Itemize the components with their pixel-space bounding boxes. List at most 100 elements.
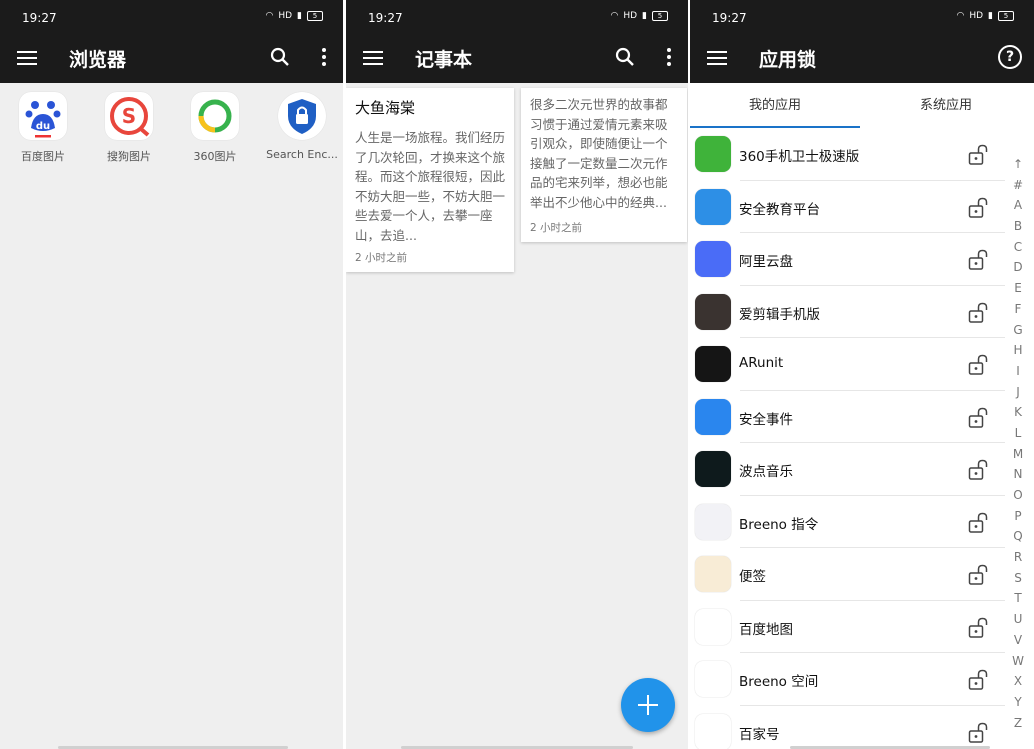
note-date: 2 小时之前 bbox=[530, 222, 583, 234]
list-item[interactable]: 360手机卫士极速版 bbox=[690, 128, 1010, 181]
unlocked-icon[interactable] bbox=[968, 669, 990, 691]
app-name: 便签 bbox=[739, 569, 766, 585]
app-name: 安全事件 bbox=[739, 411, 793, 428]
unlocked-icon[interactable] bbox=[968, 354, 990, 376]
more-options-icon[interactable] bbox=[322, 48, 326, 66]
unlocked-icon[interactable] bbox=[968, 512, 990, 534]
index-letter[interactable]: E bbox=[1008, 278, 1028, 299]
help-icon[interactable]: ? bbox=[998, 45, 1022, 69]
index-letter[interactable]: Y bbox=[1008, 692, 1028, 713]
app-icon bbox=[695, 293, 731, 330]
index-letter[interactable]: T bbox=[1008, 588, 1028, 609]
svg-text:S: S bbox=[122, 104, 136, 128]
index-letter[interactable]: W bbox=[1008, 651, 1028, 672]
alphabet-index[interactable]: ↑ # A B C D E F G H I J K L M N O P Q R S T U V W X Y Z bbox=[1008, 154, 1028, 733]
hd-label: HD bbox=[623, 11, 638, 21]
menu-icon[interactable] bbox=[707, 51, 727, 65]
status-bar: 19:27 ◠ HD ▮ 5 bbox=[690, 0, 1034, 32]
status-time: 19:27 bbox=[712, 11, 747, 25]
unlocked-icon[interactable] bbox=[968, 722, 990, 744]
app-list: 360手机卫士极速版安全教育平台阿里云盘 爱剪辑手机版 ARunit 安全事件波点音乐… bbox=[690, 128, 1010, 749]
index-letter[interactable]: L bbox=[1008, 423, 1028, 444]
app-name: ARunit bbox=[739, 355, 784, 371]
index-letter[interactable]: D bbox=[1008, 257, 1028, 278]
unlocked-icon[interactable] bbox=[968, 302, 990, 324]
search-icon[interactable] bbox=[270, 47, 290, 67]
unlocked-icon[interactable] bbox=[968, 407, 990, 429]
battery-icon: 5 bbox=[652, 11, 668, 21]
unlocked-icon[interactable] bbox=[968, 564, 990, 586]
index-letter[interactable]: X bbox=[1008, 671, 1028, 692]
app-tile-360-images[interactable]: 360图片 bbox=[175, 92, 255, 164]
app-label: 百度图片 bbox=[21, 150, 65, 163]
battery-icon: 5 bbox=[307, 11, 323, 21]
svg-text:du: du bbox=[36, 121, 50, 132]
index-letter[interactable]: ↑ bbox=[1008, 154, 1028, 175]
list-item[interactable]: 安全事件 bbox=[690, 391, 1010, 443]
app-tile-sogou-images[interactable]: S 搜狗图片 bbox=[89, 92, 169, 164]
unlocked-icon[interactable] bbox=[968, 459, 990, 481]
list-item[interactable]: 安全教育平台 bbox=[690, 181, 1010, 233]
app-label: Search Enc... bbox=[266, 148, 338, 161]
app-icon bbox=[695, 503, 731, 540]
list-item[interactable]: 百家号 bbox=[690, 706, 1010, 749]
app-icon bbox=[695, 398, 731, 435]
menu-icon[interactable] bbox=[363, 51, 383, 65]
index-letter[interactable]: I bbox=[1008, 361, 1028, 382]
tab-system-apps[interactable]: 系统应用 bbox=[861, 83, 1031, 128]
tab-my-apps[interactable]: 我的应用 bbox=[690, 83, 860, 128]
index-letter[interactable]: N bbox=[1008, 464, 1028, 485]
index-letter[interactable]: Q bbox=[1008, 526, 1028, 547]
more-options-icon[interactable] bbox=[667, 48, 671, 66]
index-letter[interactable]: V bbox=[1008, 630, 1028, 651]
list-item[interactable]: ARunit bbox=[690, 338, 1010, 391]
index-letter[interactable]: H bbox=[1008, 340, 1028, 361]
list-item[interactable]: 阿里云盘 bbox=[690, 233, 1010, 286]
index-letter[interactable]: J bbox=[1008, 382, 1028, 403]
app-tile-search-encrypt[interactable]: Search Enc... bbox=[262, 92, 342, 161]
unlocked-icon[interactable] bbox=[968, 249, 990, 271]
index-letter[interactable]: C bbox=[1008, 237, 1028, 258]
list-item[interactable]: 便签 bbox=[690, 548, 1010, 601]
menu-icon[interactable] bbox=[17, 51, 37, 65]
list-item[interactable]: 波点音乐 bbox=[690, 443, 1010, 496]
add-note-button[interactable] bbox=[621, 678, 675, 732]
index-letter[interactable]: P bbox=[1008, 506, 1028, 527]
list-item[interactable]: 百度地图 bbox=[690, 601, 1010, 653]
index-letter[interactable]: K bbox=[1008, 402, 1028, 423]
index-letter[interactable]: U bbox=[1008, 609, 1028, 630]
note-card[interactable]: 大鱼海棠 人生是一场旅程。我们经历了几次轮回，才换来这个旅程。而这个旅程很短，因… bbox=[346, 88, 514, 272]
index-letter[interactable]: G bbox=[1008, 320, 1028, 341]
app-name: Breeno 空间 bbox=[739, 674, 819, 690]
note-card[interactable]: 很多二次元世界的故事都习惯于通过爱情元素来吸引观众，即使随便让一个接触了一定数量… bbox=[521, 88, 687, 242]
app-name: 安全教育平台 bbox=[739, 201, 820, 218]
index-letter[interactable]: F bbox=[1008, 299, 1028, 320]
signal-icon: ▮ bbox=[988, 11, 993, 21]
unlocked-icon[interactable] bbox=[968, 617, 990, 639]
status-bar: 19:27 ◠ HD ▮ 5 bbox=[346, 0, 688, 32]
baidu-paw-icon: du bbox=[19, 92, 67, 140]
app-tile-baidu-images[interactable]: du 百度图片 bbox=[3, 92, 83, 164]
index-letter[interactable]: S bbox=[1008, 568, 1028, 589]
app-bar: 应用锁 ? bbox=[690, 32, 1034, 83]
list-item[interactable]: Breeno 指令 bbox=[690, 496, 1010, 548]
index-letter[interactable]: B bbox=[1008, 216, 1028, 237]
unlocked-icon[interactable] bbox=[968, 144, 990, 166]
app-icon bbox=[695, 136, 731, 172]
wifi-icon: ◠ bbox=[265, 11, 274, 21]
note-body: 很多二次元世界的故事都习惯于通过爱情元素来吸引观众，即使随便让一个接触了一定数量… bbox=[530, 97, 668, 210]
index-letter[interactable]: A bbox=[1008, 195, 1028, 216]
list-item[interactable]: 爱剪辑手机版 bbox=[690, 286, 1010, 338]
battery-icon: 5 bbox=[998, 11, 1014, 21]
unlocked-icon[interactable] bbox=[968, 197, 990, 219]
app-icon bbox=[695, 451, 731, 487]
index-letter[interactable]: R bbox=[1008, 547, 1028, 568]
list-item[interactable]: Breeno 空间 bbox=[690, 653, 1010, 706]
search-icon[interactable] bbox=[615, 47, 635, 67]
index-letter[interactable]: # bbox=[1008, 175, 1028, 196]
app-icon bbox=[695, 188, 731, 225]
index-letter[interactable]: O bbox=[1008, 485, 1028, 506]
index-letter[interactable]: Z bbox=[1008, 713, 1028, 734]
index-letter[interactable]: M bbox=[1008, 444, 1028, 465]
app-icon bbox=[695, 241, 731, 277]
